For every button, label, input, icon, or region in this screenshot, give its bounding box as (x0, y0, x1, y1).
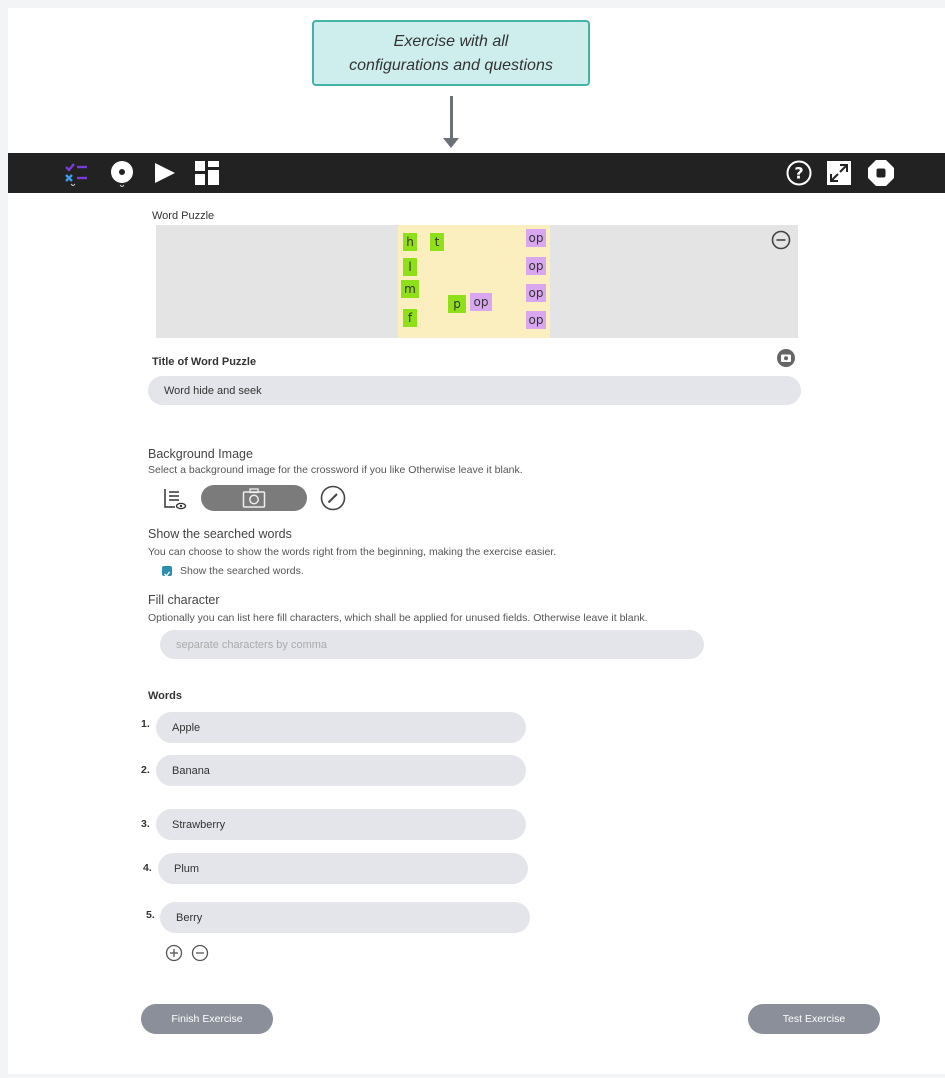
word-number: 5. (146, 909, 155, 921)
words-label: Words (148, 690, 183, 702)
searched-words-label: Show the searched words (148, 527, 292, 541)
searched-words-description: You can choose to show the words right f… (148, 546, 557, 558)
svg-text:?: ? (794, 164, 803, 183)
puzzle-cell[interactable]: op (526, 311, 546, 329)
edit-image-icon[interactable] (320, 485, 346, 516)
word-puzzle-label: Word Puzzle (152, 210, 215, 222)
word-input-value: Strawberry (172, 818, 226, 831)
word-input-1[interactable]: Apple (156, 712, 526, 743)
word-input-value: Apple (172, 721, 201, 734)
puzzle-cell[interactable]: h (403, 233, 417, 251)
play-icon[interactable] (150, 153, 180, 193)
puzzle-cell[interactable]: p (448, 295, 466, 313)
callout-arrow-head (443, 138, 459, 148)
word-number: 1. (141, 718, 150, 730)
puzzle-cell[interactable]: m (401, 280, 419, 298)
word-number: 2. (141, 764, 150, 776)
image-list-icon[interactable] (163, 487, 187, 516)
toolbar: ? (8, 153, 945, 193)
background-image-label: Background Image (148, 447, 253, 461)
word-number: 4. (143, 862, 152, 874)
fill-character-label: Fill character (148, 593, 220, 607)
puzzle-cell[interactable]: l (403, 258, 417, 276)
title-label: Title of Word Puzzle (152, 356, 257, 368)
title-input-value: Word hide and seek (164, 384, 262, 397)
disc-icon[interactable] (108, 153, 136, 193)
test-exercise-button[interactable]: Test Exercise (748, 1004, 880, 1034)
puzzle-cell[interactable]: op (526, 284, 546, 302)
show-searched-words-checkbox-label: Show the searched words. (180, 565, 304, 577)
fill-character-input[interactable]: separate characters by comma (160, 630, 704, 659)
stop-icon[interactable] (866, 153, 896, 193)
expand-icon[interactable] (824, 153, 854, 193)
remove-word-icon[interactable] (191, 944, 209, 967)
checklist-icon[interactable] (61, 153, 91, 193)
puzzle-cell[interactable]: t (430, 233, 444, 251)
puzzle-cell[interactable]: op (526, 229, 546, 247)
show-searched-words-checkbox[interactable] (162, 566, 172, 578)
puzzle-cell[interactable]: op (470, 293, 492, 311)
word-input-value: Plum (174, 862, 200, 875)
word-number: 3. (141, 818, 150, 830)
callout-arrow-line (450, 96, 453, 140)
help-icon[interactable]: ? (784, 153, 814, 193)
annotation-callout: Exercise with all configurations and que… (312, 20, 590, 86)
callout-line-1: Exercise with all (393, 33, 509, 50)
checkmark-icon (164, 571, 171, 578)
puzzle-cell[interactable]: f (403, 309, 417, 327)
word-input-4[interactable]: Plum (158, 853, 528, 884)
fill-character-placeholder: separate characters by comma (176, 638, 328, 651)
image-settings-icon[interactable] (776, 348, 796, 373)
word-input-value: Banana (172, 764, 210, 777)
finish-exercise-button[interactable]: Finish Exercise (141, 1004, 273, 1034)
grid-icon[interactable] (192, 153, 222, 193)
word-input-value: Berry (176, 911, 203, 924)
camera-icon (242, 487, 266, 514)
remove-puzzle-icon[interactable] (771, 230, 791, 255)
callout-line-2: configurations and questions (349, 57, 553, 74)
fill-character-description: Optionally you can list here fill charac… (148, 612, 648, 624)
word-input-5[interactable]: Berry (160, 902, 530, 933)
word-input-2[interactable]: Banana (156, 755, 526, 786)
background-image-description: Select a background image for the crossw… (148, 464, 523, 476)
title-input[interactable]: Word hide and seek (148, 376, 801, 405)
add-word-icon[interactable] (165, 944, 183, 967)
word-input-3[interactable]: Strawberry (156, 809, 526, 840)
puzzle-cell[interactable]: op (526, 257, 546, 275)
